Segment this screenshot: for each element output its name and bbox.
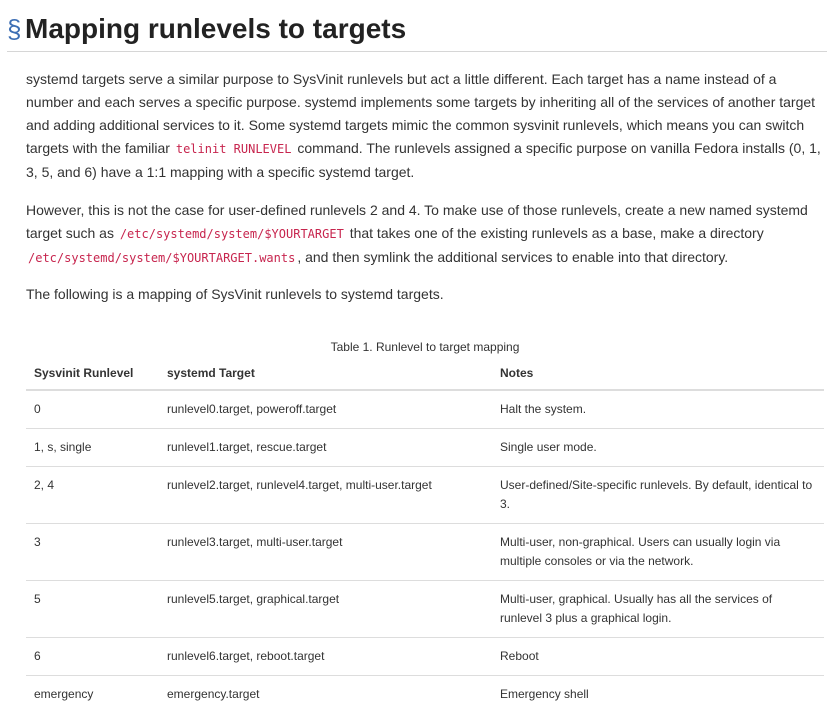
cell-runlevel: 0 — [26, 390, 159, 429]
cell-notes: Multi-user, graphical. Usually has all t… — [492, 581, 824, 638]
cell-target: runlevel0.target, poweroff.target — [159, 390, 492, 429]
cell-notes: User-defined/Site-specific runlevels. By… — [492, 467, 824, 524]
cell-target: runlevel6.target, reboot.target — [159, 638, 492, 676]
cell-target: runlevel1.target, rescue.target — [159, 429, 492, 467]
table-row: emergency emergency.target Emergency she… — [26, 676, 824, 713]
inline-code-target-path: /etc/systemd/system/$YOURTARGET — [118, 227, 346, 241]
cell-target: runlevel3.target, multi-user.target — [159, 524, 492, 581]
cell-runlevel: emergency — [26, 676, 159, 713]
intro-paragraph-3: The following is a mapping of SysVinit r… — [26, 283, 826, 306]
cell-notes: Emergency shell — [492, 676, 824, 713]
cell-target: runlevel2.target, runlevel4.target, mult… — [159, 467, 492, 524]
intro-paragraph-1: systemd targets serve a similar purpose … — [26, 68, 826, 184]
section-anchor-link[interactable]: § — [7, 14, 21, 45]
table-row: 1, s, single runlevel1.target, rescue.ta… — [26, 429, 824, 467]
column-header-notes: Notes — [492, 357, 824, 390]
table-row: 6 runlevel6.target, reboot.target Reboot — [26, 638, 824, 676]
table-header-row: Sysvinit Runlevel systemd Target Notes — [26, 357, 824, 390]
inline-code-telinit: telinit RUNLEVEL — [174, 142, 294, 156]
cell-runlevel: 6 — [26, 638, 159, 676]
cell-target: runlevel5.target, graphical.target — [159, 581, 492, 638]
column-header-sysvinit-runlevel: Sysvinit Runlevel — [26, 357, 159, 390]
table-row: 0 runlevel0.target, poweroff.target Halt… — [26, 390, 824, 429]
cell-notes: Single user mode. — [492, 429, 824, 467]
runlevel-mapping-table: Sysvinit Runlevel systemd Target Notes 0… — [26, 357, 824, 713]
table-row: 3 runlevel3.target, multi-user.target Mu… — [26, 524, 824, 581]
intro-text: , and then symlink the additional servic… — [297, 249, 728, 265]
cell-runlevel: 5 — [26, 581, 159, 638]
cell-notes: Multi-user, non-graphical. Users can usu… — [492, 524, 824, 581]
cell-notes: Halt the system. — [492, 390, 824, 429]
table-caption: Table 1. Runlevel to target mapping — [26, 340, 824, 354]
section-heading: § Mapping runlevels to targets — [7, 11, 827, 52]
intro-text: that takes one of the existing runlevels… — [350, 225, 764, 241]
cell-runlevel: 3 — [26, 524, 159, 581]
table-row: 5 runlevel5.target, graphical.target Mul… — [26, 581, 824, 638]
cell-runlevel: 2, 4 — [26, 467, 159, 524]
page-title: Mapping runlevels to targets — [25, 13, 406, 45]
column-header-systemd-target: systemd Target — [159, 357, 492, 390]
inline-code-wants-path: /etc/systemd/system/$YOURTARGET.wants — [26, 251, 297, 265]
cell-notes: Reboot — [492, 638, 824, 676]
intro-paragraph-2: However, this is not the case for user-d… — [26, 199, 826, 270]
cell-target: emergency.target — [159, 676, 492, 713]
table-row: 2, 4 runlevel2.target, runlevel4.target,… — [26, 467, 824, 524]
cell-runlevel: 1, s, single — [26, 429, 159, 467]
